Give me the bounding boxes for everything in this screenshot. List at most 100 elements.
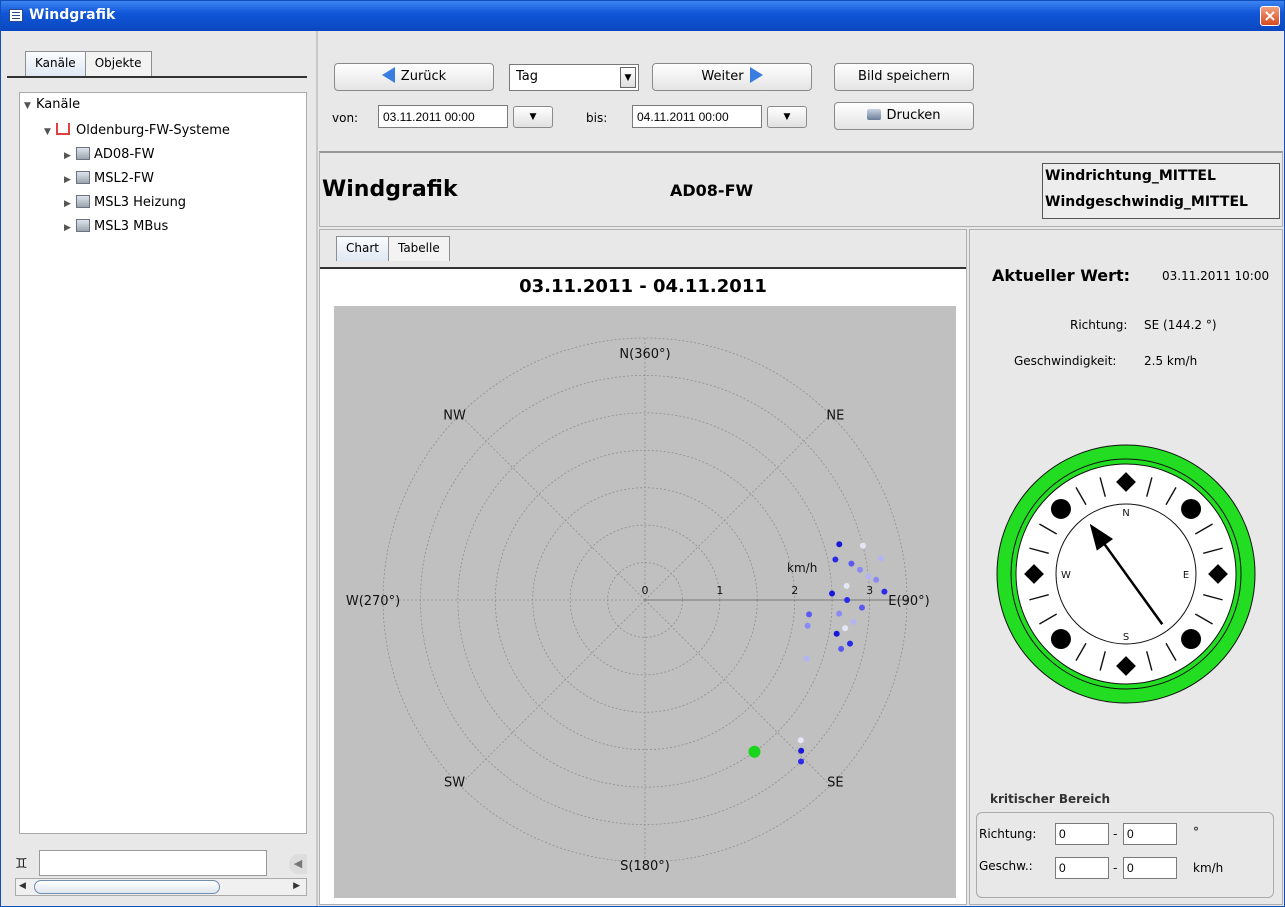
polar-spoke: [459, 599, 646, 786]
compass-gauge: N E S W: [996, 444, 1256, 704]
data-point: [829, 590, 836, 597]
data-point: [858, 604, 865, 611]
radial-tick-label: 3: [866, 584, 873, 597]
to-date-input[interactable]: [632, 105, 762, 128]
direction-label: E(90°): [888, 594, 929, 609]
tree-item-msl2[interactable]: ▶ MSL2-FW: [64, 171, 154, 186]
next-button[interactable]: Weiter: [652, 63, 812, 91]
crit-speed-unit: km/h: [1193, 861, 1224, 875]
compass-letter: E: [1183, 570, 1189, 581]
radial-axis-label: km/h: [787, 561, 817, 575]
tree-search-input[interactable]: [39, 850, 267, 876]
tree-item-label: MSL2-FW: [94, 171, 155, 186]
device-icon: [76, 171, 90, 184]
data-point: [843, 582, 850, 589]
next-label: Weiter: [701, 69, 744, 84]
from-date-input[interactable]: [378, 105, 508, 128]
chevron-down-icon: ▼: [529, 112, 537, 122]
crit-direction-to-input[interactable]: [1123, 823, 1177, 845]
critical-range-title: kritischer Bereich: [990, 792, 1111, 806]
data-point: [877, 555, 884, 562]
current-value-panel: Aktueller Wert: 03.11.2011 10:00 Richtun…: [969, 229, 1283, 905]
data-point: [836, 610, 843, 617]
data-point: [838, 645, 845, 652]
binoculars-icon: ♊: [15, 856, 28, 872]
crit-direction-from-input[interactable]: [1055, 823, 1109, 845]
tree-item-ad08[interactable]: ▶ AD08-FW: [64, 147, 154, 162]
data-point: [844, 597, 851, 603]
chart-tabs: Chart Tabelle: [336, 236, 450, 261]
data-point: [881, 588, 888, 595]
current-timestamp: 03.11.2011 10:00: [1162, 269, 1270, 283]
direction-label: N(360°): [619, 347, 670, 362]
collapse-arrow-icon[interactable]: ◀: [289, 854, 307, 874]
compass-letter: W: [1061, 570, 1071, 581]
expand-icon: ▼: [44, 127, 51, 137]
current-value-label: Aktueller Wert:: [992, 266, 1131, 285]
panel-splitter[interactable]: [316, 31, 318, 906]
data-point: [848, 560, 855, 567]
scroll-left-icon[interactable]: ◀: [19, 881, 26, 891]
tree-root-label: Kanäle: [36, 97, 81, 112]
expand-icon: ▼: [24, 101, 31, 111]
tree-root[interactable]: ▼ Kanäle: [24, 97, 80, 112]
tree-horizontal-scrollbar[interactable]: ◀ ▶: [15, 878, 307, 896]
direction-label: NE: [826, 409, 844, 424]
back-button[interactable]: Zurück: [334, 63, 494, 91]
scroll-right-icon[interactable]: ▶: [293, 881, 300, 891]
chart-header: Windgrafik AD08-FW Windrichtung_MITTEL W…: [319, 151, 1283, 227]
tab-divider: [320, 267, 966, 269]
left-tabs: Kanäle Objekte: [25, 51, 152, 77]
collapsed-icon: ▶: [64, 199, 71, 209]
close-button[interactable]: ×: [1260, 6, 1280, 26]
tree-item-label: MSL3 Heizung: [94, 195, 187, 210]
scrollbar-thumb[interactable]: [34, 880, 220, 894]
direction-label: Richtung:: [1070, 318, 1128, 332]
data-point: [803, 655, 810, 662]
crit-speed-from-input[interactable]: [1055, 857, 1109, 879]
channel-direction: Windrichtung_MITTEL: [1045, 168, 1216, 184]
object-name: AD08-FW: [670, 181, 754, 200]
tab-objekte[interactable]: Objekte: [84, 51, 152, 76]
data-point: [833, 630, 840, 637]
tree-group[interactable]: ▼ Oldenburg-FW-Systeme: [44, 123, 230, 138]
data-point: [806, 611, 813, 618]
window-title: Windgrafik: [29, 7, 116, 23]
tree-item-label: AD08-FW: [94, 147, 155, 162]
chart-title: 03.11.2011 - 04.11.2011: [519, 276, 767, 297]
to-date-dropdown[interactable]: ▼: [767, 106, 807, 128]
polar-spoke: [644, 599, 831, 786]
tree-item-msl3-mbus[interactable]: ▶ MSL3 MBus: [64, 219, 168, 234]
speed-label: Geschwindigkeit:: [1014, 354, 1117, 368]
from-date-dropdown[interactable]: ▼: [513, 106, 553, 128]
crit-speed-to-input[interactable]: [1123, 857, 1177, 879]
data-point: [859, 542, 866, 549]
period-select[interactable]: Tag ▼: [509, 64, 639, 91]
data-point: [850, 618, 857, 625]
tab-chart[interactable]: Chart: [336, 236, 389, 261]
compass-letter: N: [1122, 508, 1129, 519]
arrow-left-icon: [381, 67, 395, 83]
compass-letter: S: [1123, 632, 1129, 643]
tab-tabelle[interactable]: Tabelle: [387, 236, 450, 261]
direction-label: NW: [443, 409, 466, 424]
data-point: [842, 625, 849, 632]
back-label: Zurück: [400, 69, 447, 84]
tab-kanaele[interactable]: Kanäle: [25, 51, 86, 76]
print-button[interactable]: Drucken: [834, 102, 974, 130]
chevron-down-icon[interactable]: ▼: [620, 67, 636, 88]
radial-tick-label: 2: [791, 584, 798, 597]
arrow-right-icon: [749, 67, 763, 83]
save-image-button[interactable]: Bild speichern: [834, 63, 974, 91]
app-icon: [9, 9, 23, 22]
data-point: [873, 576, 880, 583]
chevron-down-icon: ▼: [783, 112, 791, 122]
chart-area: Chart Tabelle 03.11.2011 - 04.11.2011 N(3…: [319, 229, 967, 905]
direction-label: S(180°): [620, 859, 670, 874]
tab-divider: [7, 76, 307, 78]
data-point: [804, 622, 811, 629]
data-point: [798, 758, 805, 765]
radial-tick-label: 1: [716, 584, 723, 597]
close-icon: ×: [1263, 6, 1277, 25]
tree-item-msl3-heizung[interactable]: ▶ MSL3 Heizung: [64, 195, 186, 210]
